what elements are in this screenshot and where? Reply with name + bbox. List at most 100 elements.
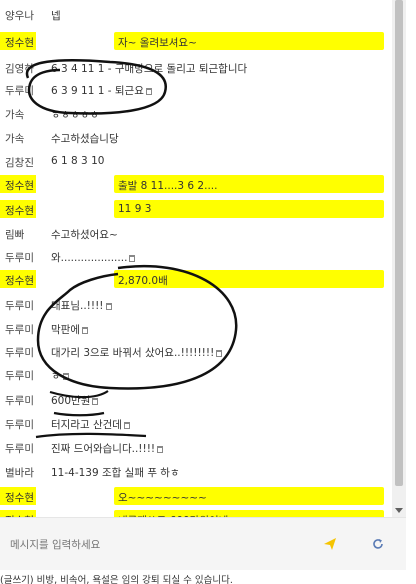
chat-message-text: 오~~~~~~~~~ xyxy=(118,490,207,505)
chat-message-row: 정수현내공패쓰도 600만원이네 xyxy=(0,510,392,517)
message-input-bar xyxy=(0,517,406,570)
highlighted-message: 정수현 오~~~~~~~~~ xyxy=(0,487,384,505)
chat-message-text: 2,870.0배 xyxy=(118,273,168,288)
chat-nickname[interactable]: 두루미 xyxy=(5,83,34,98)
scroll-down-arrow-icon[interactable] xyxy=(395,508,403,513)
scrollbar-thumb[interactable] xyxy=(395,0,403,486)
chat-nickname[interactable]: 두루미 xyxy=(5,345,34,360)
chat-message-text: 600만원 xyxy=(51,393,99,408)
chat-nickname[interactable]: 가속 xyxy=(5,107,24,122)
trash-icon[interactable] xyxy=(145,88,152,95)
chat-message-row: 김영하 6 3 4 11 1 - 구매방으로 돌리고 퇴근합니다 xyxy=(0,58,392,78)
message-text: 6 1 8 3 10 xyxy=(51,155,105,167)
chat-message-text: 출발 8 11....3 6 2.... xyxy=(118,178,217,193)
chat-message-row: 두루미 ㅎ xyxy=(0,365,392,385)
chat-message-text: ㅎ xyxy=(51,368,69,383)
chat-message-row: 정수현 11 9 3 xyxy=(0,200,392,220)
chat-message-row: 가속 수고하셨습니당 xyxy=(0,128,392,148)
chat-notice: (글쓰기) 비방, 비속어, 욕설은 임의 강퇴 되실 수 있습니다. xyxy=(0,575,233,584)
highlight-message-band xyxy=(114,200,384,218)
chat-message-text: 막판에 xyxy=(51,322,88,337)
highlighted-message: 정수현 2,870.0배 xyxy=(0,270,384,288)
chat-message-text: 대가리 3으로 바꿔서 샀어요..!!!!!!!! xyxy=(51,345,223,360)
chat-nickname[interactable]: 정수현 xyxy=(5,35,34,50)
message-text: 진짜 드어와습니다..!!!! xyxy=(51,443,156,455)
chat-message-row: 두루미 진짜 드어와습니다..!!!! xyxy=(0,438,392,458)
message-text: 넵 xyxy=(51,10,61,22)
chat-nickname[interactable]: 양우나 xyxy=(5,8,34,23)
chat-message-text: 진짜 드어와습니다..!!!! xyxy=(51,441,164,456)
chat-message-text: 넵 xyxy=(51,8,61,23)
chat-message-row: 두루미 와.................... xyxy=(0,247,392,267)
chat-message-row: 정수현 오~~~~~~~~~ xyxy=(0,487,392,507)
refresh-icon xyxy=(373,539,383,549)
message-text: 600만원 xyxy=(51,395,91,407)
chat-nickname[interactable]: 김창진 xyxy=(5,155,34,170)
chat-nickname[interactable]: 두루미 xyxy=(5,368,34,383)
chat-message-text: 수고하셨어요~ xyxy=(51,227,118,242)
chat-nickname[interactable]: 두루미 xyxy=(5,441,34,456)
highlighted-message: 정수현 출발 8 11....3 6 2.... xyxy=(0,175,384,193)
chat-nickname[interactable]: 정수현 xyxy=(5,178,34,193)
message-text: 막판에 xyxy=(51,324,80,336)
chat-nickname[interactable]: 정수현 xyxy=(5,203,34,218)
chat-message-row: 두루미 막판에 xyxy=(0,319,392,339)
trash-icon[interactable] xyxy=(216,350,223,357)
chat-nickname[interactable]: 두루미 xyxy=(5,298,34,313)
message-text: ㅎ xyxy=(51,370,61,382)
chat-message-text: 터지라고 산건데 xyxy=(51,417,130,432)
chat-nickname[interactable]: 림빠 xyxy=(5,227,24,242)
message-text: ㅎㅎㅎㅎㅎ xyxy=(51,109,100,121)
message-text: 와.................... xyxy=(51,252,128,264)
chat-message-row: 두루미 대표님..!!!! xyxy=(0,295,392,315)
chat-message-row: 두루미 대가리 3으로 바꿔서 샀어요..!!!!!!!! xyxy=(0,342,392,362)
highlighted-message: 정수현 자~ 올려보셔요~ xyxy=(0,32,384,50)
chat-message-text: 수고하셨습니당 xyxy=(51,131,119,146)
chat-message-row: 가속 ㅎㅎㅎㅎㅎ xyxy=(0,104,392,124)
chat-nickname[interactable]: 별바라 xyxy=(5,465,34,480)
chat-message-text: 6 3 9 11 1 - 퇴근요 xyxy=(51,83,152,98)
chat-message-row: 정수현 2,870.0배 xyxy=(0,270,392,290)
chat-nickname[interactable]: 두루미 xyxy=(5,417,34,432)
chat-nickname[interactable]: 정수현 xyxy=(5,273,34,288)
message-text: 출발 8 11....3 6 2.... xyxy=(118,180,218,192)
chat-nickname[interactable]: 정수현 xyxy=(5,490,34,505)
chat-message-row: 별바라 11-4-139 조합 실패 푸 하ㅎ xyxy=(0,462,392,482)
chat-message-row: 양우나 넵 xyxy=(0,5,392,25)
trash-icon[interactable] xyxy=(62,373,69,380)
trash-icon[interactable] xyxy=(129,255,136,262)
chat-message-row: 정수현 출발 8 11....3 6 2.... xyxy=(0,175,392,195)
chat-nickname[interactable]: 두루미 xyxy=(5,250,34,265)
send-icon xyxy=(324,538,336,550)
trash-icon[interactable] xyxy=(105,303,112,310)
chat-message-text: ㅎㅎㅎㅎㅎ xyxy=(51,107,99,122)
chat-nickname[interactable]: 두루미 xyxy=(5,393,34,408)
chat-nickname[interactable]: 가속 xyxy=(5,131,24,146)
chat-message-text: 자~ 올려보셔요~ xyxy=(118,35,197,50)
message-text: 6 3 9 11 1 - 퇴근요 xyxy=(51,85,144,97)
message-text: 오~~~~~~~~~ xyxy=(118,492,207,504)
trash-icon[interactable] xyxy=(123,422,130,429)
trash-icon[interactable] xyxy=(81,327,88,334)
refresh-button[interactable] xyxy=(358,526,398,562)
chat-nickname[interactable]: 김영하 xyxy=(5,61,34,76)
message-text: 대표님..!!!! xyxy=(51,300,104,312)
chat-scrollbar[interactable] xyxy=(392,0,406,517)
send-button[interactable] xyxy=(310,526,350,562)
message-text: 수고하셨어요~ xyxy=(51,229,118,241)
chat-message-text: 와.................... xyxy=(51,250,136,265)
trash-icon[interactable] xyxy=(157,446,164,453)
chat-nickname[interactable]: 두루미 xyxy=(5,322,34,337)
chat-message-row: 김창진 6 1 8 3 10 xyxy=(0,152,392,172)
message-text: 터지라고 산건데 xyxy=(51,419,122,431)
message-input[interactable] xyxy=(8,526,302,564)
chat-message-row: 두루미 터지라고 산건데 xyxy=(0,414,392,434)
chat-message-text: 11-4-139 조합 실패 푸 하ㅎ xyxy=(51,465,180,480)
chat-message-text: 6 3 4 11 1 - 구매방으로 돌리고 퇴근합니다 xyxy=(51,61,247,76)
chat-message-row: 림빠 수고하셨어요~ xyxy=(0,224,392,244)
message-text: 수고하셨습니당 xyxy=(51,133,119,145)
trash-icon[interactable] xyxy=(92,398,99,405)
chat-message-row: 두루미 600만원 xyxy=(0,390,392,410)
message-text: 2,870.0배 xyxy=(118,275,168,287)
chat-message-text: 11 9 3 xyxy=(118,203,151,215)
